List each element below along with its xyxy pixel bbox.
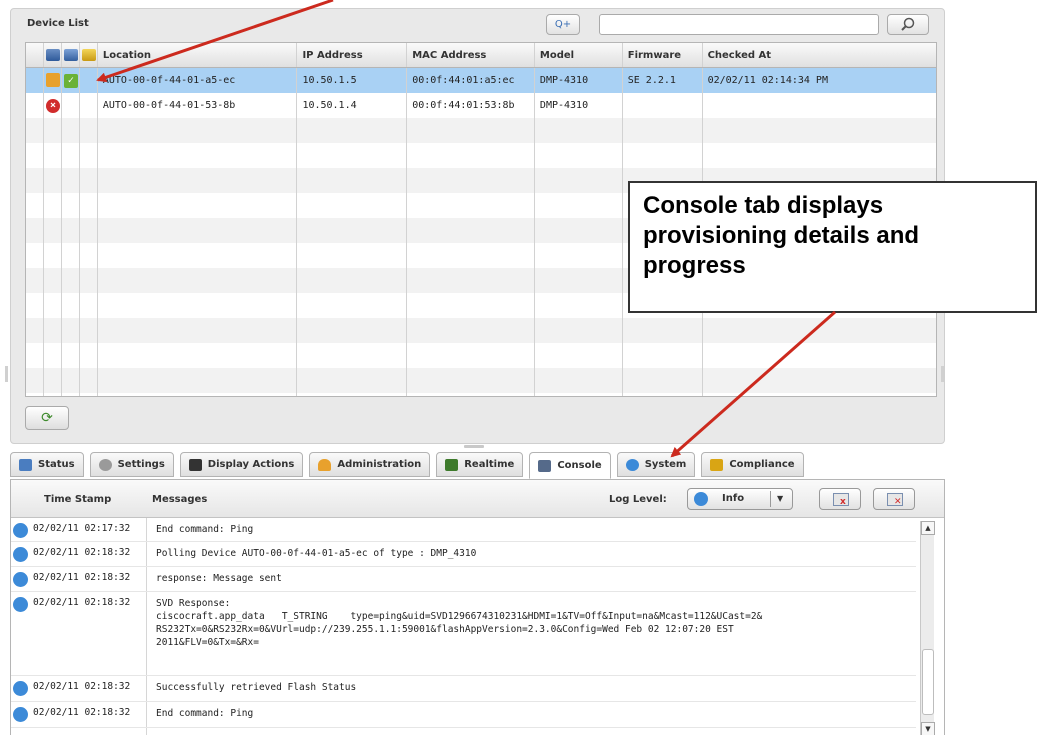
arrow-to-device-row: [96, 0, 334, 83]
annotation-arrows: [96, 0, 836, 458]
arrow-to-console-tab: [670, 310, 836, 458]
